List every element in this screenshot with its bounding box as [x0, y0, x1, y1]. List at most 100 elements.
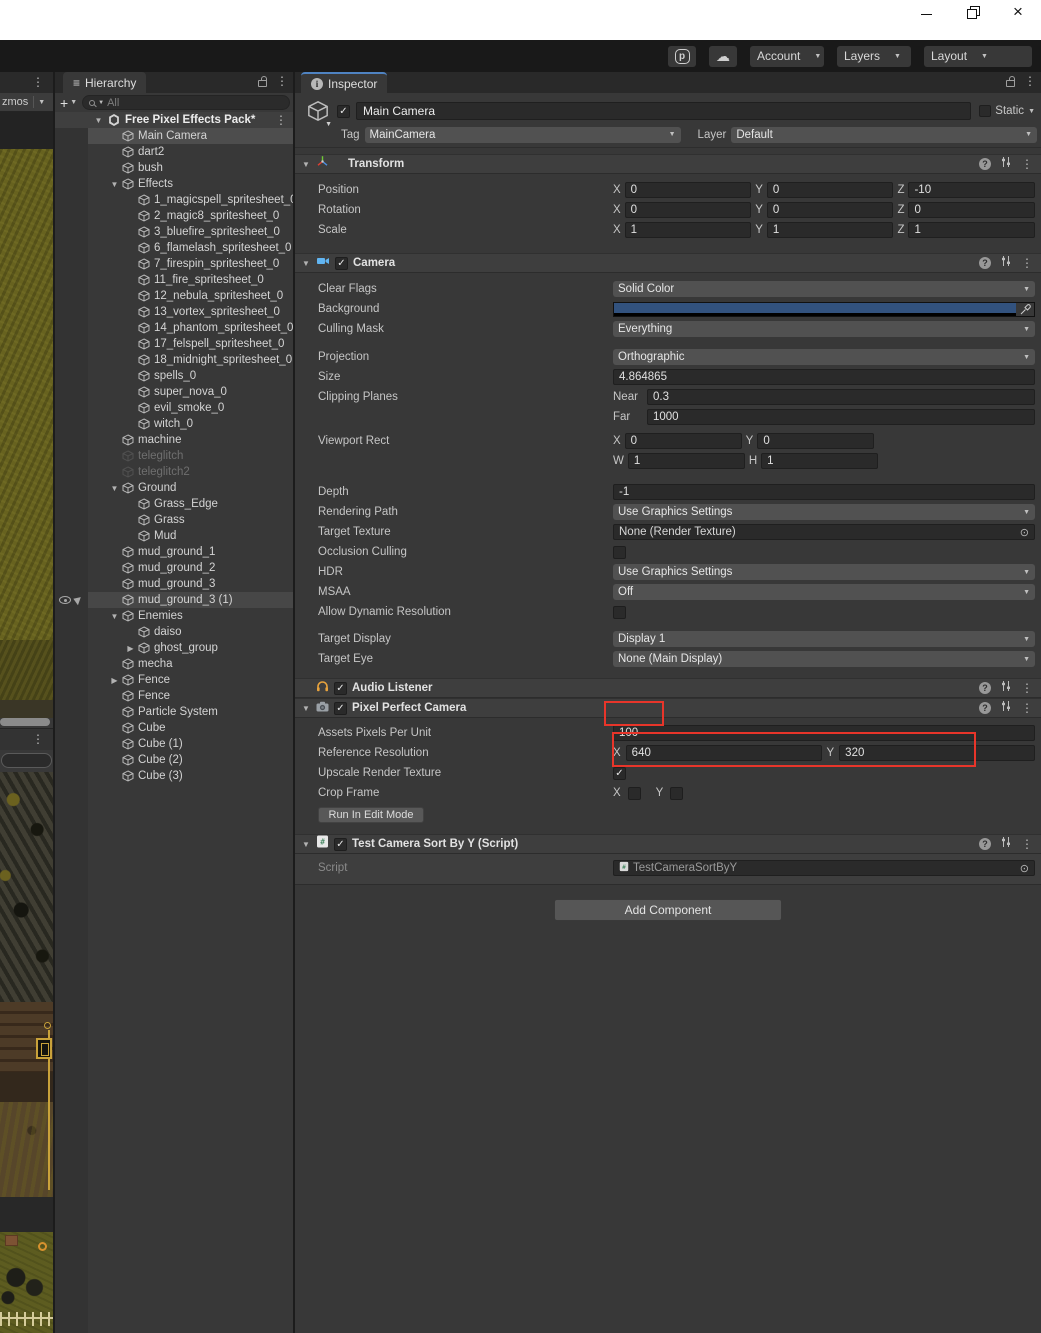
script-enabled-checkbox[interactable] [334, 838, 347, 851]
presets-icon[interactable] [1000, 254, 1012, 272]
kebab-menu-icon[interactable]: ⋮ [32, 733, 44, 745]
hierarchy-item[interactable]: 2_magic8_spritesheet_0 [88, 208, 293, 224]
hierarchy-item[interactable]: witch_0 [88, 416, 293, 432]
lock-icon[interactable] [258, 80, 267, 87]
hierarchy-item[interactable]: 17_felspell_spritesheet_0 [88, 336, 293, 352]
pixel-perfect-enabled-checkbox[interactable] [334, 702, 347, 715]
hierarchy-item[interactable]: Main Camera [88, 128, 293, 144]
hierarchy-item[interactable]: Cube (2) [88, 752, 293, 768]
help-icon[interactable]: ? [979, 838, 991, 850]
active-checkbox[interactable] [337, 105, 350, 118]
hierarchy-item[interactable]: 11_fire_spritesheet_0 [88, 272, 293, 288]
culling-mask-dropdown[interactable]: Everything▼ [613, 321, 1035, 337]
kebab-menu-icon[interactable]: ⋮ [1024, 75, 1036, 87]
account-dropdown[interactable]: Account▼ [750, 46, 824, 67]
position-z-field[interactable]: -10 [908, 182, 1035, 198]
scale-z-field[interactable]: 1 [908, 222, 1035, 238]
assets-ppu-field[interactable]: 100 [613, 725, 1035, 741]
scale-x-field[interactable]: 1 [625, 222, 752, 238]
static-checkbox[interactable] [979, 105, 991, 117]
projection-dropdown[interactable]: Orthographic▼ [613, 349, 1035, 365]
reference-resolution-y-field[interactable]: 320 [839, 745, 1035, 761]
eyedropper-icon[interactable] [1016, 303, 1034, 316]
target-display-dropdown[interactable]: Display 1▼ [613, 631, 1035, 647]
hierarchy-item[interactable]: mecha [88, 656, 293, 672]
crop-frame-x-checkbox[interactable] [628, 787, 641, 800]
viewport-w-field[interactable]: 1 [628, 453, 745, 469]
pixel-perfect-camera-component-header[interactable]: ▼ Pixel Perfect Camera ? ⋮ [295, 698, 1041, 718]
background-color-field[interactable] [613, 302, 1035, 317]
size-field[interactable]: 4.864865 [613, 369, 1035, 385]
msaa-dropdown[interactable]: Off▼ [613, 584, 1035, 600]
scene-header-row[interactable]: ▼ Free Pixel Effects Pack* ⋮ [55, 112, 293, 128]
object-picker-icon[interactable]: ⊙ [1020, 526, 1029, 539]
audio-listener-component-header[interactable]: Audio Listener ? ⋮ [295, 678, 1041, 698]
hierarchy-item[interactable]: Particle System [88, 704, 293, 720]
hierarchy-item[interactable]: daiso [88, 624, 293, 640]
hierarchy-item[interactable]: 14_phantom_spritesheet_0 [88, 320, 293, 336]
tab-inspector[interactable]: i Inspector [301, 72, 387, 93]
far-field[interactable]: 1000 [647, 409, 1035, 425]
kebab-menu-icon[interactable]: ⋮ [1021, 702, 1033, 714]
create-object-button[interactable]: +▼ [58, 95, 79, 111]
depth-field[interactable]: -1 [613, 484, 1035, 500]
scale-y-field[interactable]: 1 [767, 222, 894, 238]
layout-dropdown[interactable]: Layout▼ [924, 46, 1032, 67]
foldout-open-icon[interactable]: ▼ [92, 116, 105, 125]
occlusion-culling-checkbox[interactable] [613, 546, 626, 559]
presets-icon[interactable] [1000, 679, 1012, 697]
target-eye-dropdown[interactable]: None (Main Display)▼ [613, 651, 1035, 667]
layer-dropdown[interactable]: Default▼ [731, 127, 1037, 143]
hierarchy-item[interactable]: Cube (3) [88, 768, 293, 784]
hierarchy-item[interactable]: 18_midnight_spritesheet_0 [88, 352, 293, 368]
presets-icon[interactable] [1000, 155, 1012, 173]
hierarchy-item[interactable]: 7_firespin_spritesheet_0 [88, 256, 293, 272]
help-icon[interactable]: ? [979, 257, 991, 269]
name-field[interactable]: Main Camera [356, 102, 971, 120]
rotation-z-field[interactable]: 0 [908, 202, 1035, 218]
run-in-edit-mode-button[interactable]: Run In Edit Mode [318, 807, 424, 823]
hierarchy-item[interactable]: Cube (1) [88, 736, 293, 752]
near-field[interactable]: 0.3 [647, 389, 1035, 405]
kebab-menu-icon[interactable]: ⋮ [1021, 158, 1033, 170]
hierarchy-item[interactable]: 6_flamelash_spritesheet_0 [88, 240, 293, 256]
hierarchy-item[interactable]: teleglitch2 [88, 464, 293, 480]
hierarchy-search-input[interactable]: ▼ All [82, 95, 290, 110]
kebab-menu-icon[interactable]: ⋮ [1021, 682, 1033, 694]
foldout-open-icon[interactable]: ▼ [108, 180, 121, 189]
foldout-closed-icon[interactable]: ▶ [124, 644, 137, 653]
foldout-open-icon[interactable]: ▼ [108, 612, 121, 621]
object-picker-icon[interactable]: ⊙ [1020, 862, 1029, 875]
script-object-field[interactable]: # TestCameraSortByY ⊙ [613, 860, 1035, 876]
layers-dropdown[interactable]: Layers▼ [837, 46, 911, 67]
hierarchy-item[interactable]: ▼Ground [88, 480, 293, 496]
visibility-eye-icon[interactable] [59, 596, 71, 604]
kebab-menu-icon[interactable]: ⋮ [1021, 257, 1033, 269]
camera-component-header[interactable]: ▼ Camera ? ⋮ [295, 253, 1041, 273]
foldout-open-icon[interactable]: ▼ [301, 259, 311, 268]
reference-resolution-x-field[interactable]: 640 [626, 745, 822, 761]
hierarchy-item[interactable]: Mud [88, 528, 293, 544]
script-component-header[interactable]: ▼ # Test Camera Sort By Y (Script) ? ⋮ [295, 834, 1041, 854]
add-component-button[interactable]: Add Component [554, 899, 782, 921]
hierarchy-item[interactable]: mud_ground_1 [88, 544, 293, 560]
hierarchy-item[interactable]: dart2 [88, 144, 293, 160]
scrollbar-handle[interactable] [0, 718, 50, 726]
lock-icon[interactable] [1006, 80, 1015, 87]
rotation-y-field[interactable]: 0 [767, 202, 894, 218]
tab-hierarchy[interactable]: ≡ Hierarchy [63, 72, 146, 93]
crop-frame-y-checkbox[interactable] [670, 787, 683, 800]
upscale-render-texture-checkbox[interactable] [613, 767, 626, 780]
gameobject-cube-icon[interactable]: ▼ [305, 100, 331, 122]
help-icon[interactable]: ? [979, 158, 991, 170]
hierarchy-item[interactable]: evil_smoke_0 [88, 400, 293, 416]
viewport-y-field[interactable]: 0 [757, 433, 874, 449]
viewport-x-field[interactable]: 0 [625, 433, 742, 449]
kebab-menu-icon[interactable]: ⋮ [32, 76, 44, 88]
hierarchy-item[interactable]: 13_vortex_spritesheet_0 [88, 304, 293, 320]
position-y-field[interactable]: 0 [767, 182, 894, 198]
viewport-h-field[interactable]: 1 [761, 453, 878, 469]
hierarchy-item[interactable]: mud_ground_3 (1) [88, 592, 293, 608]
allow-dynamic-resolution-checkbox[interactable] [613, 606, 626, 619]
hierarchy-item[interactable]: mud_ground_3 [88, 576, 293, 592]
